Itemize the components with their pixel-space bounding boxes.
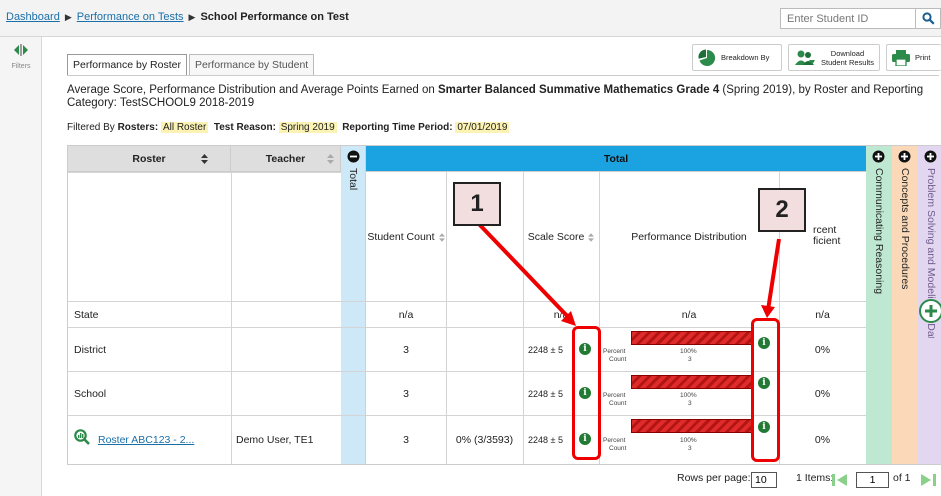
- download-users-icon: [795, 50, 815, 65]
- callout-arrow-1: [475, 220, 573, 322]
- filter-period-value: 07/01/2019: [455, 122, 510, 133]
- breadcrumb-separator: ▶: [188, 12, 196, 22]
- page-total: of 1: [893, 472, 911, 484]
- rows-per-page-label: Rows per page:: [677, 472, 751, 484]
- breadcrumb-current: School Performance on Test: [200, 11, 349, 23]
- top-bar: Dashboard ▶ Performance on Tests ▶ School Pe…: [0, 0, 941, 37]
- first-page-icon[interactable]: [830, 473, 850, 487]
- callout-arrows: [475, 220, 781, 326]
- filters-label: Filters: [11, 63, 31, 70]
- expand-collapse-icon[interactable]: [13, 44, 29, 56]
- rows-per-page-input[interactable]: [751, 472, 777, 488]
- filter-summary: Filtered By Rosters: All Roster Test Rea…: [67, 122, 510, 133]
- callout-arrowhead-2: [761, 305, 775, 318]
- breadcrumb: Dashboard ▶ Performance on Tests ▶ School Pe…: [6, 11, 349, 23]
- download-label: Download Student Results: [821, 49, 874, 67]
- report-tabs: Performance by Roster Performance by Stu…: [67, 54, 316, 76]
- tab-performance-by-roster[interactable]: Performance by Roster: [67, 54, 187, 76]
- callout-number-1: 1: [453, 182, 501, 226]
- breadcrumb-dashboard[interactable]: Dashboard: [6, 11, 60, 23]
- test-name: Smarter Balanced Summative Mathematics G…: [438, 84, 720, 96]
- items-count: 1 Items:: [796, 472, 834, 484]
- report-description: Average Score, Performance Distribution …: [67, 84, 927, 110]
- download-label-line1: Download: [830, 48, 865, 58]
- filter-reason-label: Test Reason:: [213, 122, 276, 133]
- breakdown-by-label: Breakdown By: [721, 53, 770, 62]
- callout-arrow-2: [766, 238, 781, 311]
- search-button[interactable]: [916, 8, 941, 29]
- tab-divider: [67, 75, 939, 76]
- download-label-line2: Student Results: [821, 57, 874, 67]
- breadcrumb-performance-on-tests[interactable]: Performance on Tests: [77, 11, 184, 23]
- filter-rosters-value: All Roster: [160, 122, 209, 133]
- student-id-search-input[interactable]: [780, 8, 916, 29]
- pie-chart-icon: [698, 48, 716, 66]
- printer-icon: [892, 49, 910, 66]
- callout-number-2: 2: [758, 188, 806, 232]
- filters-sidebar[interactable]: Filters: [0, 37, 42, 496]
- results-table: Roster Teacher Total Total Communicating…: [67, 145, 941, 465]
- description-prefix: Average Score, Performance Distribution …: [67, 84, 438, 96]
- search-icon: [921, 12, 935, 25]
- filter-rosters-label: Rosters:: [117, 122, 159, 133]
- tab-performance-by-student[interactable]: Performance by Student: [188, 54, 315, 76]
- breadcrumb-separator: ▶: [64, 12, 72, 22]
- filter-reason-value: Spring 2019: [278, 122, 337, 133]
- filter-prefix: Filtered By: [67, 122, 115, 133]
- breakdown-by-button[interactable]: Breakdown By: [692, 44, 782, 71]
- last-page-icon[interactable]: [918, 473, 938, 487]
- print-label: Print: [915, 53, 931, 62]
- print-button[interactable]: Print: [886, 44, 941, 71]
- filter-period-label: Reporting Time Period:: [342, 122, 453, 133]
- download-student-results-button[interactable]: Download Student Results: [788, 44, 880, 71]
- page-number-input[interactable]: [856, 472, 889, 488]
